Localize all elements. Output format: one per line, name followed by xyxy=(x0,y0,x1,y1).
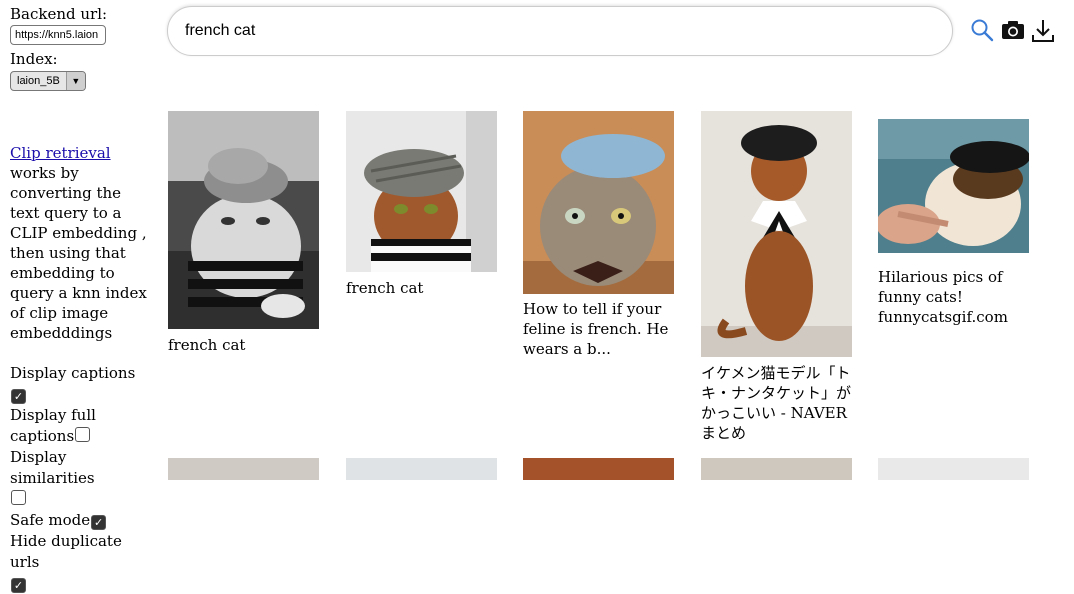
clip-retrieval-link[interactable]: Clip retrieval xyxy=(10,144,111,162)
index-select-value: laion_5B xyxy=(17,75,60,87)
sidebar: Backend url: Index: laion_5B ▼ Clip retr… xyxy=(10,4,150,594)
result-caption: Hilarious pics of funny cats! funnycatsg… xyxy=(878,268,1008,326)
camera-icon[interactable] xyxy=(1001,18,1025,42)
result-image-row2-1[interactable] xyxy=(168,458,319,480)
option-display-similarities: Display similarities xyxy=(10,447,150,510)
result-caption: イケメン猫モデル「トキ・ナンタケット」がかっこいい - NAVER まとめ xyxy=(701,364,852,442)
result-image[interactable] xyxy=(701,111,852,357)
description: Clip retrieval works by converting the t… xyxy=(10,143,150,343)
hide-duplicate-urls-checkbox[interactable]: ✓ xyxy=(11,578,26,593)
search-bar xyxy=(167,6,953,56)
option-safe-mode: Safe mode ✓ xyxy=(10,510,150,531)
index-label: Index: xyxy=(10,50,58,68)
safe-mode-checkbox[interactable]: ✓ xyxy=(91,515,107,530)
result-image-row2-4[interactable] xyxy=(701,458,852,480)
result-image[interactable] xyxy=(346,111,497,272)
result-caption: french cat xyxy=(168,336,246,354)
backend-url-label: Backend url: xyxy=(10,5,108,23)
index-select[interactable]: laion_5B ▼ xyxy=(10,71,86,91)
search-icon[interactable] xyxy=(970,18,994,42)
result-image[interactable] xyxy=(168,111,319,329)
search-input[interactable] xyxy=(183,21,927,41)
result-image[interactable] xyxy=(523,111,674,294)
description-text: works by converting the text query to a … xyxy=(10,164,147,342)
option-hide-duplicate-urls: Hide duplicate urls ✓ xyxy=(10,532,122,593)
option-display-full-captions: Display full captions xyxy=(10,406,96,445)
backend-url-input[interactable] xyxy=(10,25,106,45)
result-caption: How to tell if your feline is french. He… xyxy=(523,300,669,358)
display-full-captions-checkbox[interactable] xyxy=(75,427,91,442)
chevron-down-icon: ▼ xyxy=(65,72,85,90)
result-image-row2-5[interactable] xyxy=(878,458,1029,480)
result-image[interactable] xyxy=(878,119,1029,253)
result-caption: french cat xyxy=(346,279,424,297)
display-captions-checkbox[interactable]: ✓ xyxy=(11,389,26,404)
download-icon[interactable] xyxy=(1031,18,1055,44)
result-image-row2-3[interactable] xyxy=(523,458,674,480)
result-image-row2-2[interactable] xyxy=(346,458,497,480)
option-display-captions: Display captions✓ xyxy=(10,364,136,404)
display-similarities-checkbox[interactable] xyxy=(11,490,26,505)
display-options: Display captions✓ Display full captions … xyxy=(10,363,150,594)
